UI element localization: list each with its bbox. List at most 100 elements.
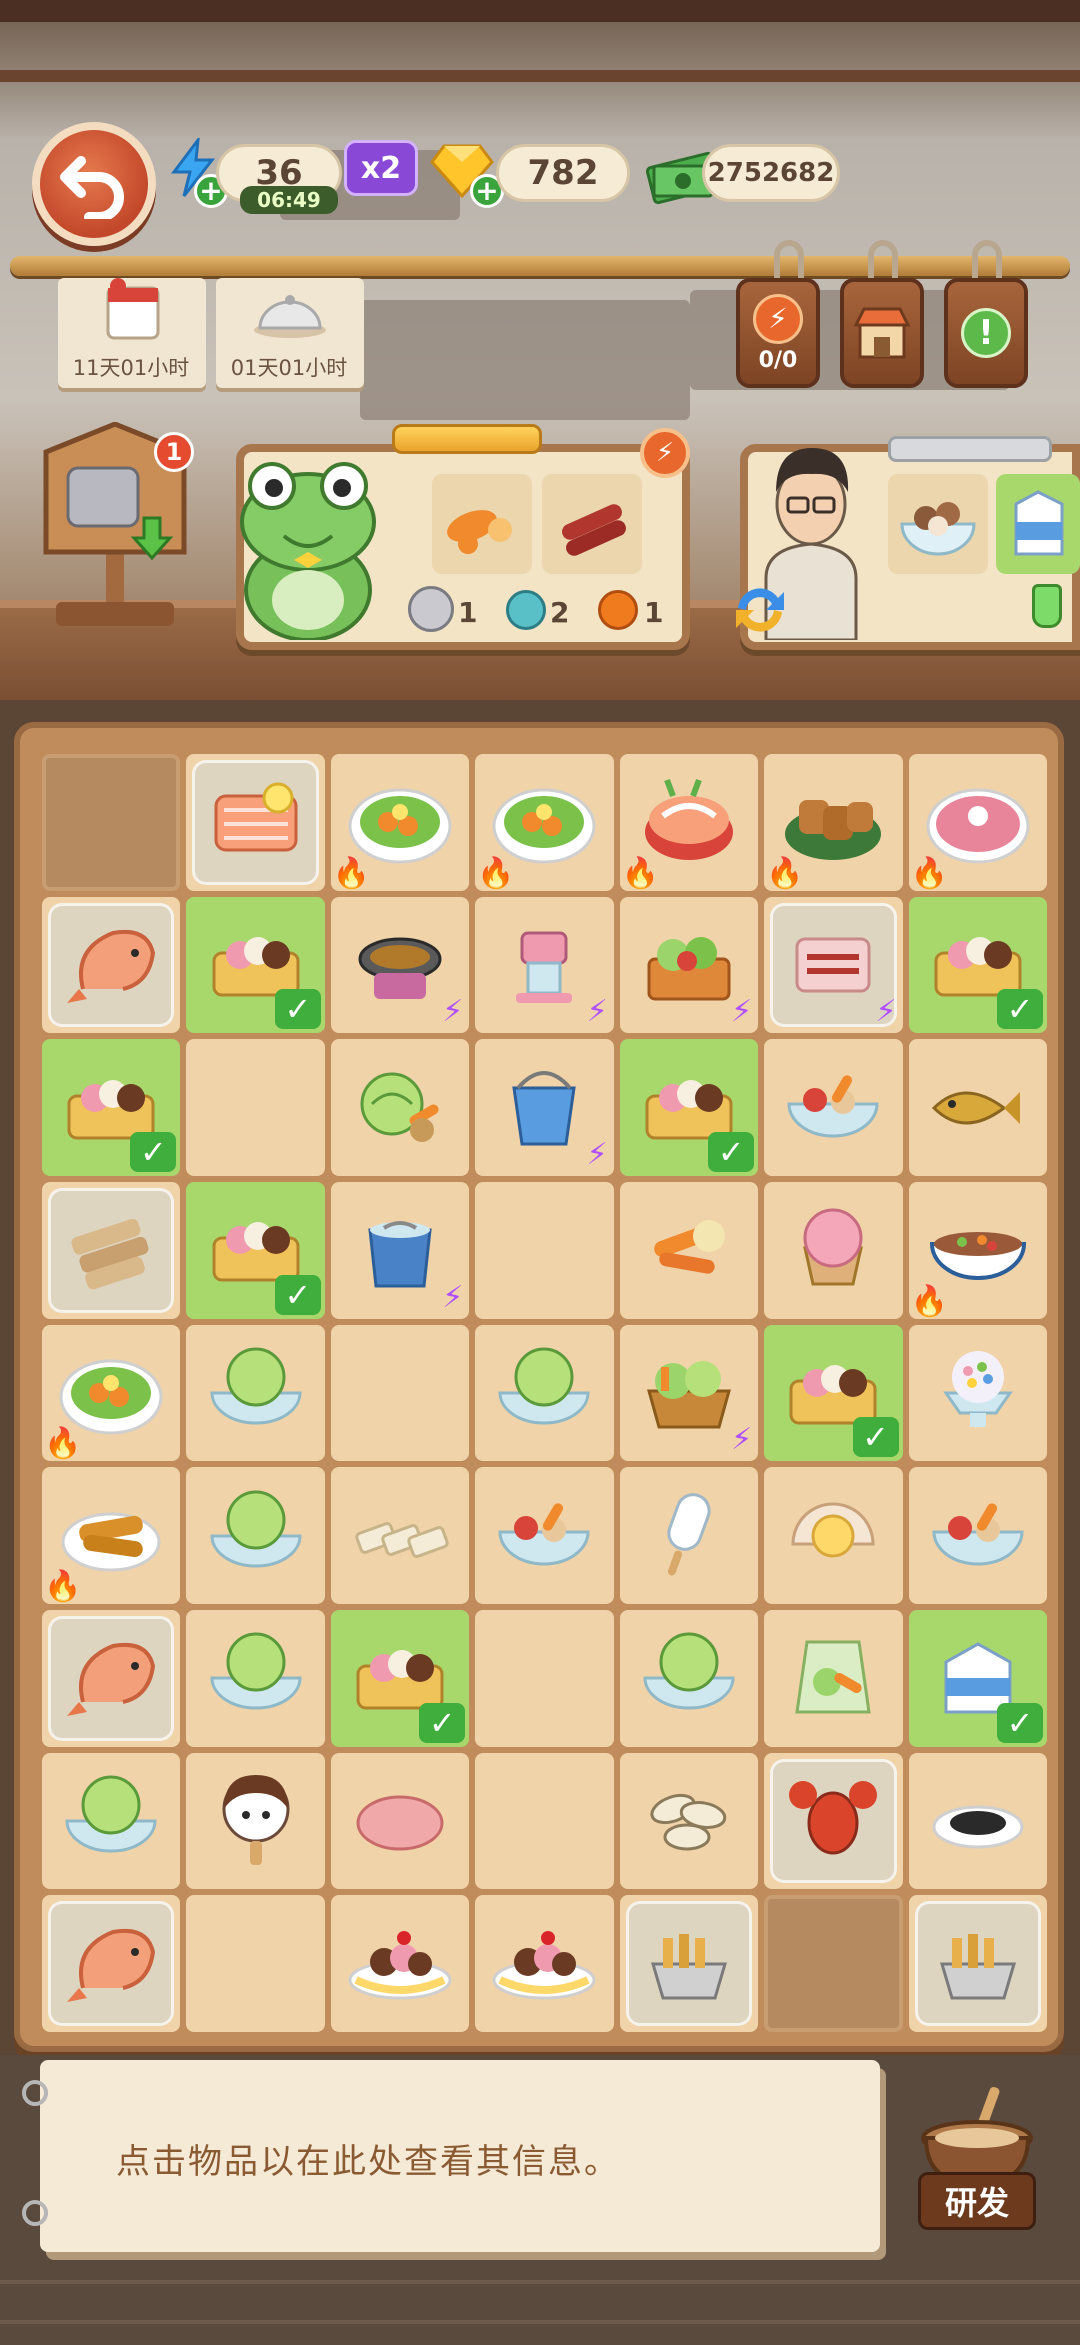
board-cell-icecream-box[interactable]: ✓ <box>908 896 1047 1034</box>
board-cell-icecream-box[interactable]: ✓ <box>619 1039 759 1176</box>
rainbow-ice-icon <box>942 1350 1013 1427</box>
board-cell-rainbow-ice[interactable] <box>908 1324 1047 1462</box>
board-cell-seeds[interactable] <box>619 1752 759 1890</box>
board-cell-cabbage-bowl[interactable] <box>42 1752 181 1890</box>
board-cell-veg-bag[interactable] <box>764 1610 903 1747</box>
board-cell[interactable] <box>475 1182 614 1319</box>
board-cell-fries-basket[interactable] <box>619 1895 759 2032</box>
board-cell-bacon[interactable]: ⚡ <box>764 896 903 1034</box>
order-req-pan-icon <box>408 586 454 632</box>
board-cell-salad[interactable]: 🔥 <box>475 754 614 891</box>
board-cell-popsicle[interactable] <box>619 1467 759 1604</box>
board-cell-fried-fish[interactable]: 🔥 <box>42 1467 181 1604</box>
hanging-rail <box>10 256 1070 276</box>
event-timer-1: 11天01小时 <box>72 356 190 380</box>
board-cell[interactable] <box>186 1895 325 2032</box>
lightning-icon: ⚡ <box>875 994 897 1030</box>
board-cell-fish-bucket[interactable]: ⚡ <box>330 1182 470 1319</box>
fire-icon: 🔥 <box>910 1283 948 1319</box>
board-cell-pepper-plate[interactable] <box>908 1752 1047 1890</box>
board-cell-salmon[interactable] <box>186 754 325 891</box>
board-cell-ham[interactable] <box>330 1752 470 1890</box>
order-clip <box>392 424 542 454</box>
veg-crate-icon <box>647 936 731 1001</box>
board-cell-milk-carton[interactable]: ✓ <box>908 1610 1047 1747</box>
alert-button[interactable]: ! <box>944 278 1028 388</box>
board-cell-shrimp[interactable] <box>42 1895 181 2032</box>
board-cell-cabbage-bowl[interactable] <box>186 1610 325 1747</box>
board-cell-shaved-ice-machine[interactable]: ⚡ <box>475 896 614 1034</box>
board-cell[interactable] <box>475 1752 614 1890</box>
board-cell-fries-basket[interactable] <box>908 1895 1047 2032</box>
tofu-sticks-icon <box>355 1521 449 1558</box>
shrimp-icon <box>67 1928 156 2002</box>
board-cell-cabbage[interactable] <box>330 1039 470 1176</box>
board-cell-icecream-box[interactable]: ✓ <box>764 1324 903 1462</box>
board-cell-veg-basket[interactable]: ⚡ <box>619 1324 759 1462</box>
gem-value: 782 <box>527 153 599 193</box>
energy-timer: 06:49 <box>240 186 338 214</box>
board-cell-empty-tile[interactable] <box>764 1895 903 2032</box>
board-cell-grill[interactable]: ⚡ <box>330 896 470 1034</box>
energy-task-button[interactable]: ⚡ 0/0 <box>736 278 820 388</box>
board-cell[interactable] <box>475 1610 614 1747</box>
board-cell-shrimp[interactable] <box>42 1610 181 1747</box>
board-cell-banana-split[interactable] <box>330 1895 470 2032</box>
board-cell-icecream-box[interactable]: ✓ <box>42 1039 181 1176</box>
board-cell-face-popsicle[interactable] <box>186 1752 325 1890</box>
swap-arrows-icon[interactable] <box>730 580 790 640</box>
sausage-icon <box>562 504 626 556</box>
board-cell-bucket[interactable]: ⚡ <box>475 1039 614 1176</box>
lightning-icon: ⚡ <box>586 1137 608 1172</box>
board-cell-salad[interactable]: 🔥 <box>330 754 470 891</box>
research-label[interactable]: 研发 <box>918 2172 1036 2230</box>
board-cell[interactable] <box>330 1324 470 1462</box>
board-cell-icecream-box[interactable]: ✓ <box>186 896 325 1034</box>
sign-board[interactable]: 1 <box>36 421 194 632</box>
checkmark-icon: ✓ <box>997 989 1043 1030</box>
salmon-icon <box>214 782 298 852</box>
board-cell-shrimp[interactable] <box>42 896 181 1034</box>
board-cell-cabbage-bowl[interactable] <box>619 1610 759 1747</box>
board-cell-cabbage-bowl[interactable] <box>475 1324 614 1462</box>
cabbage-bowl-icon <box>210 1490 302 1568</box>
board-cell-veg-bowl[interactable] <box>764 1039 903 1176</box>
binder-ring <box>22 2200 48 2226</box>
board-cell-banana-split[interactable] <box>475 1895 614 2032</box>
info-text: 点击物品以在此处查看其信息。 <box>116 2142 620 2182</box>
scallop-icon <box>791 1502 875 1558</box>
board-cell-veg-bowl[interactable] <box>908 1467 1047 1604</box>
frog-customer <box>228 440 388 642</box>
floor-line <box>0 2320 1080 2324</box>
carrot-slices-icon <box>447 510 512 554</box>
board-cell-bread-sticks[interactable] <box>42 1182 181 1319</box>
checkmark-icon: ✓ <box>997 1702 1043 1743</box>
board-cell-empty-tile[interactable] <box>42 754 181 891</box>
cash-value: 2752682 <box>707 158 835 188</box>
board-cell-sashimi[interactable]: 🔥 <box>619 754 759 891</box>
back-button[interactable] <box>32 122 156 246</box>
board-cell-pink-scoop[interactable] <box>764 1182 903 1319</box>
board-cell-bread[interactable]: 🔥 <box>764 754 903 891</box>
board-cell-salad[interactable]: 🔥 <box>42 1324 181 1462</box>
carrots-icon <box>654 1220 725 1274</box>
board-cell-cabbage-bowl[interactable] <box>186 1324 325 1462</box>
board-cell-veg-crate[interactable]: ⚡ <box>619 896 759 1034</box>
board-cell[interactable] <box>186 1039 325 1176</box>
covered-dish-icon <box>254 295 326 338</box>
board-cell-carrots[interactable] <box>619 1182 759 1319</box>
board-cell-scallop[interactable] <box>764 1467 903 1604</box>
board-cell-lobster[interactable] <box>764 1752 903 1890</box>
shop-button[interactable] <box>840 278 924 388</box>
board-cell-veg-bowl[interactable] <box>475 1467 614 1604</box>
board-cell-icecream-box[interactable]: ✓ <box>186 1182 325 1319</box>
order-energy-badge: ⚡ <box>640 428 690 478</box>
board-cell-fish[interactable] <box>908 1039 1047 1176</box>
board-cell-icecream-box[interactable]: ✓ <box>330 1610 470 1747</box>
multiplier-button[interactable]: x2 <box>344 140 418 196</box>
board-cell-bean-bowl[interactable]: 🔥 <box>908 1182 1047 1319</box>
board-cell-tofu-sticks[interactable] <box>330 1467 470 1604</box>
board-cell-meat-platter[interactable]: 🔥 <box>908 754 1047 891</box>
checkmark-icon: ✓ <box>419 1702 466 1743</box>
board-cell-cabbage-bowl[interactable] <box>186 1467 325 1604</box>
